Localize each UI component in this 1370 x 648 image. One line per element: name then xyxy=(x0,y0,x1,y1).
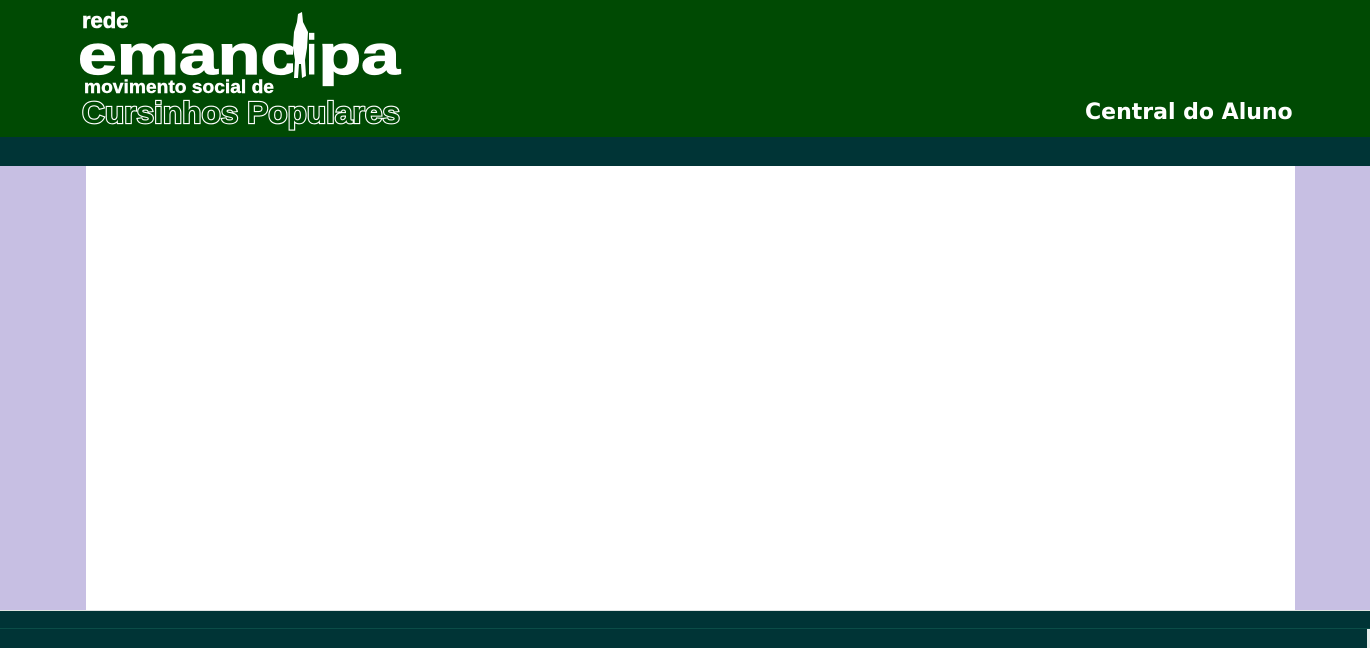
page-title: Central do Aluno xyxy=(1085,100,1293,125)
raised-fist-figure-icon xyxy=(293,8,309,86)
rede-emancipa-logo[interactable]: rede emancipa movimento social de Cursin… xyxy=(78,8,408,133)
footer-divider xyxy=(0,628,1370,629)
page: rede emancipa movimento social de Cursin… xyxy=(0,0,1370,648)
main-content xyxy=(86,166,1295,610)
navigation-bar xyxy=(0,137,1370,166)
site-header: rede emancipa movimento social de Cursin… xyxy=(0,0,1370,137)
logo-text-cursinhos: Cursinhos Populares xyxy=(82,95,400,130)
site-footer xyxy=(0,611,1370,648)
logo-text-movimento: movimento social de xyxy=(84,77,274,97)
